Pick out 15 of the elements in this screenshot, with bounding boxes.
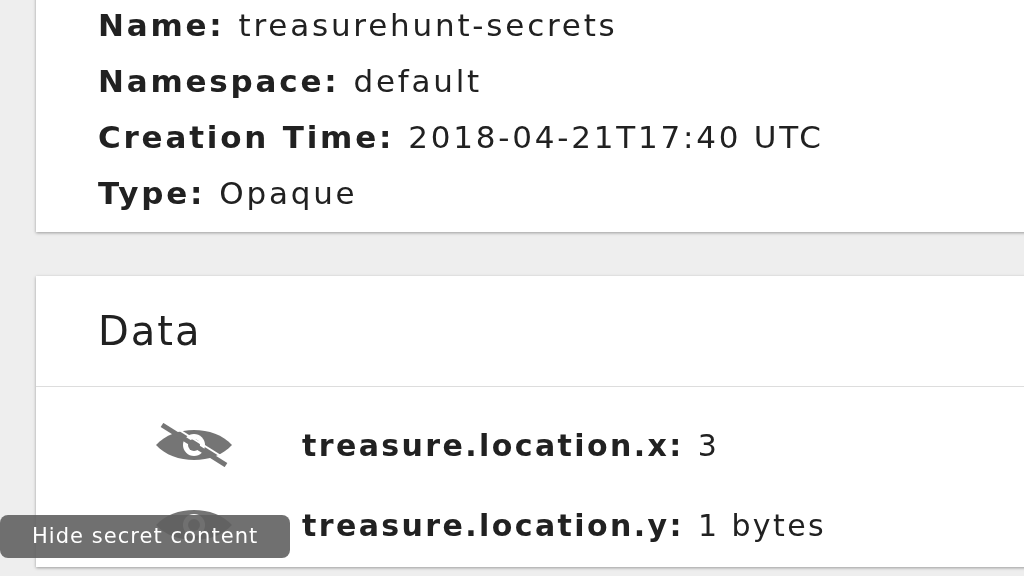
eye-off-icon[interactable] (154, 423, 234, 467)
detail-label: Name: (98, 5, 225, 45)
detail-value: treasurehunt-secrets (238, 5, 618, 45)
detail-value: 2018-04-21T17:40 UTC (408, 117, 824, 157)
detail-label: Creation Time: (98, 117, 395, 157)
detail-label: Namespace: (98, 61, 340, 101)
detail-label: Type: (98, 173, 206, 213)
entry-value: 3 (697, 426, 720, 465)
entry-key: treasure.location.y: (302, 502, 684, 548)
tooltip: Hide secret content (0, 515, 291, 558)
card-title: Data (98, 307, 202, 356)
detail-value: Opaque (219, 173, 358, 213)
entry-key: treasure.location.x: (302, 422, 684, 468)
entry-value: 1 bytes (697, 506, 827, 545)
detail-value: default (353, 61, 483, 101)
